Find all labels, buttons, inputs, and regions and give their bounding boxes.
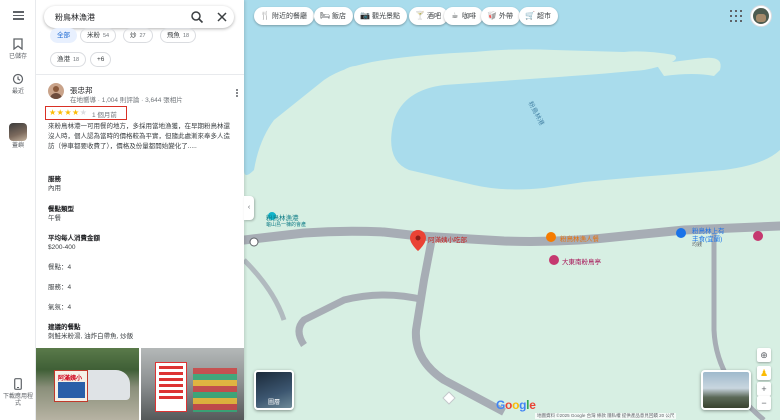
cat-hotels[interactable]: 🛏 飯店 [314,7,353,25]
google-logo: Google [496,398,536,412]
harbor-sublabel: 龜山島一棟的會產 [266,222,307,228]
map-footer[interactable]: 地圖資料 ©2025 Google 台灣 條款 隱私權 提供產品意見回饋 20 … [535,413,677,419]
side-road [411,237,506,416]
restaurant-label[interactable]: 粉鳥林漁人餐 [560,233,599,243]
cocktail-icon: 🍸 [415,11,425,20]
account-avatar[interactable] [751,6,771,26]
detail-service: 服務 內用 [48,176,61,192]
cart-icon: 🛒 [525,11,535,20]
my-location-button[interactable]: ⊕ [757,348,771,362]
shopping-poi-icon [676,228,686,238]
search-input[interactable]: 粉鳥林漁港 [55,12,95,23]
menu-button[interactable] [0,9,36,22]
map-canvas[interactable]: 粉鳥林港 粉鳥林漁港 龜山島一棟的會產 阿滿姨小吃部 粉鳥林漁人餐 大東南粉鳥亭… [244,0,780,420]
place-panel: 粉鳥林漁港 全部 米粉 54 炒 27 飛魚 18 漁港 18 +6 張忠邦 在地嚮導 … [36,0,244,420]
pegman-icon: ♟ [759,368,769,378]
phone-icon [14,378,22,390]
detail-service-score: 服務：4 [48,284,72,291]
camera-icon: 📷 [360,11,370,20]
plus-icon: + [761,384,767,394]
search-icon[interactable] [189,9,205,25]
close-icon[interactable] [214,9,230,25]
detail-price: 平均每人消費金額 $200-400 [48,235,100,251]
place-thumbnail [9,123,27,141]
selected-place-label[interactable]: 阿滿姨小吃部 [428,234,467,244]
chip-rice-noodle[interactable]: 米粉 54 [80,28,117,43]
cat-takeout[interactable]: 🥡 外帶 [481,7,520,25]
map-geometry [244,0,780,420]
review-photo-2[interactable] [141,348,244,420]
download-app-label: 下載應用程式 [3,394,34,407]
star-empty-icon: ★ [79,108,88,117]
layers-button[interactable]: 圖層 [254,370,294,410]
chip-all[interactable]: 全部 [50,28,77,43]
cat-coffee[interactable]: ☕ 咖啡 [444,7,483,25]
detail-meal-type: 餐點類型 午餐 [48,206,74,222]
recent-place-button[interactable]: 蓋嶼 [0,123,36,150]
collapse-panel-button[interactable]: ‹ [244,196,254,220]
minus-icon: − [761,398,767,408]
zoom-in-button[interactable]: + [757,382,771,396]
saved-button[interactable]: 已儲存 [0,38,36,61]
review-time: 1 個月前 [92,112,117,119]
zoom-out-button[interactable]: − [757,396,771,410]
street-view-thumbnail[interactable] [701,370,751,410]
cat-bars[interactable]: 🍸 酒吧 [409,7,448,25]
detail-food-score: 餐點：4 [48,264,72,271]
more-options-icon[interactable] [234,89,240,98]
chip-harbor[interactable]: 漁港 18 [50,52,87,67]
right-place-sublabel-2: 均錢 [692,242,703,248]
divider [36,74,244,75]
fork-knife-icon: 🍴 [260,11,270,20]
cat-restaurants[interactable]: 🍴 附近的餐廳 [254,7,314,25]
recent-button[interactable]: 最近 [0,73,36,96]
download-app-button[interactable]: 下載應用程式 [0,378,36,408]
menu-icon [12,11,24,13]
temple-label[interactable]: 大東南粉鳥亭 [562,256,601,266]
bookmark-icon [13,38,23,51]
review-text: 來粉鳥林港一可用餐的地方，多採用當地漁獲，在早期粉鳥林還沒人時，個人認為當時的價… [48,123,230,151]
history-icon [12,73,24,85]
cat-attractions[interactable]: 📷 觀光景點 [354,7,407,25]
chip-flying-fish[interactable]: 飛魚 18 [160,28,197,43]
layers-label: 圖層 [267,400,280,406]
review-photos: 阿滿姨小吃部 [36,348,244,420]
chip-fried[interactable]: 炒 27 [123,28,153,43]
review-rating: ★★★★★ 1 個月前 [45,106,127,120]
recent-label: 最近 [11,89,24,95]
star-rating: ★★★★★ [49,108,87,117]
review-photo-1[interactable]: 阿滿姨小吃部 [36,348,139,420]
pegman-button[interactable]: ♟ [757,366,771,380]
cat-grocery[interactable]: 🛒 超市 [519,7,558,25]
reviewer-meta: 在地嚮導 · 1,004 則評論 · 3,644 張相片 [70,97,183,104]
takeout-icon: 🥡 [487,11,497,20]
search-box[interactable]: 粉鳥林漁港 [44,6,234,28]
bed-icon: 🛏 [320,11,331,20]
crosshair-icon: ⊕ [760,350,768,360]
detail-recommended: 建議的餐點 刺鮭米粉湯, 油炸白帶魚, 炒飯 [48,324,134,340]
chevron-left-icon: ‹ [247,204,251,211]
attraction-poi-icon [753,231,763,241]
chip-more[interactable]: +6 [90,52,112,67]
avatar[interactable] [48,83,64,99]
temple-poi-icon [549,255,559,265]
coffee-icon: ☕ [451,11,459,20]
detail-atmosphere-score: 氣氛：4 [48,304,72,311]
left-rail: 已儲存 最近 蓋嶼 下載應用程式 [0,0,36,420]
recent-place-label: 蓋嶼 [11,143,24,149]
star-icon: ★★★★ [49,108,80,117]
restaurant-poi-icon [546,232,556,242]
saved-label: 已儲存 [8,54,27,60]
apps-grid-icon[interactable] [730,10,742,22]
